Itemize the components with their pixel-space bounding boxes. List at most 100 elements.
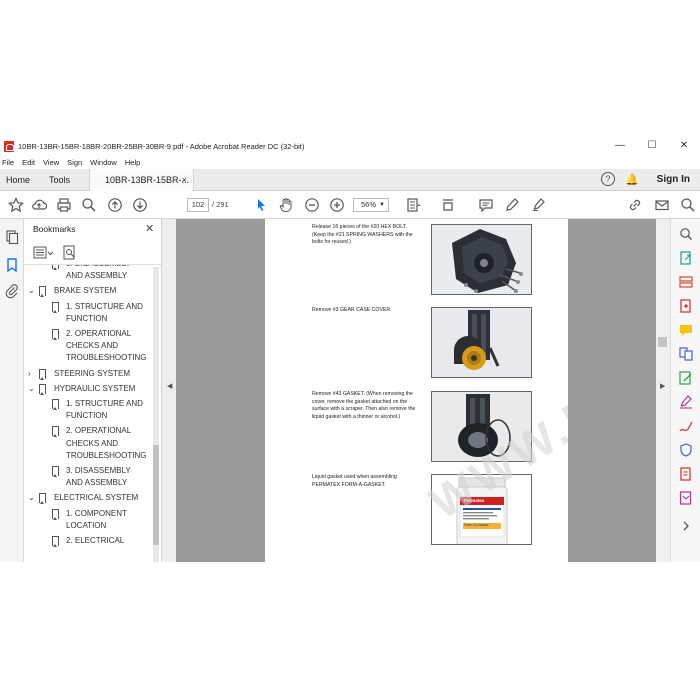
share-link-icon[interactable]	[627, 197, 643, 213]
search-icon[interactable]	[680, 197, 696, 213]
previous-page-icon[interactable]	[107, 197, 123, 213]
acrobat-window: 10BR-13BR-15BR-18BR-20BR-25BR-30BR-9.pdf…	[0, 137, 700, 562]
bookmark-item[interactable]: 1. STRUCTURE AND	[24, 301, 154, 313]
export-pdf-icon[interactable]	[679, 251, 693, 265]
bookmark-label: AND ASSEMBLY	[66, 271, 128, 281]
chevron-down-icon[interactable]: ⌄	[28, 285, 35, 297]
email-icon[interactable]	[654, 197, 670, 213]
bookmarks-scrollbar[interactable]	[153, 267, 159, 562]
zoom-in-icon[interactable]	[329, 197, 345, 213]
bookmark-section[interactable]: ⌄ HYDRAULIC SYSTEM	[24, 383, 154, 395]
bookmark-item[interactable]: 1. COMPONENT	[24, 508, 154, 520]
bookmark-label: ELECTRICAL SYSTEM	[54, 493, 139, 503]
bookmarks-title: Bookmarks	[33, 224, 76, 234]
page-number-input[interactable]: 102	[187, 198, 209, 212]
menu-file[interactable]: File	[2, 158, 14, 167]
menu-window[interactable]: Window	[90, 158, 117, 167]
print-icon[interactable]	[56, 197, 72, 213]
minimize-button[interactable]: —	[604, 137, 636, 155]
comment-icon[interactable]	[478, 197, 494, 213]
collapse-tools-icon[interactable]	[679, 519, 693, 533]
tab-tools[interactable]: Tools	[49, 169, 70, 191]
sign-in-button[interactable]: Sign In	[657, 174, 690, 185]
edit-pdf-icon[interactable]	[679, 371, 693, 385]
tools-rail	[670, 219, 700, 562]
protect-icon[interactable]	[679, 443, 693, 457]
bookmark-flag-icon	[52, 508, 59, 520]
organize-pages-icon[interactable]	[679, 275, 693, 289]
bookmarks-panel-icon[interactable]	[4, 257, 20, 273]
comment-tool-icon[interactable]	[679, 323, 693, 337]
bookmark-section[interactable]: ⌄ BRAKE SYSTEM	[24, 285, 154, 298]
bookmarks-scroll-thumb[interactable]	[153, 445, 159, 545]
navigation-rail	[0, 219, 24, 562]
zoom-level-select[interactable]: 56% ▼	[353, 198, 389, 212]
page-fit-icon[interactable]	[406, 197, 422, 213]
create-pdf-icon[interactable]	[679, 299, 693, 313]
tab-home[interactable]: Home	[6, 169, 30, 191]
next-page-icon[interactable]	[132, 197, 148, 213]
draw-sign-icon[interactable]	[531, 197, 547, 213]
bookmark-item[interactable]: 1. STRUCTURE AND	[24, 398, 154, 410]
zoom-tool-icon[interactable]	[679, 227, 693, 241]
combine-files-icon[interactable]	[679, 347, 693, 361]
bookmark-label: TROUBLESHOOTING	[66, 353, 147, 363]
menu-help[interactable]: Help	[125, 158, 140, 167]
document-viewport[interactable]: Release 16 pieces of the #20 HEX BOLT. (…	[176, 219, 656, 562]
collapse-left-panel[interactable]: ◀	[162, 219, 176, 562]
bookmark-label: CHECKS AND	[66, 438, 119, 448]
chevron-right-icon[interactable]: ›	[28, 368, 31, 380]
bookmarks-header: Bookmarks ✕	[24, 219, 161, 241]
print-production-icon[interactable]	[679, 491, 693, 505]
bookmark-label: 1. STRUCTURE AND	[66, 399, 143, 408]
bookmark-flag-icon	[52, 265, 59, 270]
find-zoom-icon[interactable]	[81, 197, 97, 213]
highlight-pen-icon[interactable]	[504, 197, 520, 213]
bookmark-label: 2. OPERATIONAL	[66, 329, 132, 338]
chevron-down-icon[interactable]: ⌄	[28, 492, 35, 504]
bookmarks-toolbar	[24, 241, 161, 265]
optimize-pdf-icon[interactable]	[679, 467, 693, 481]
menu-bar: File Edit View Sign Window Help	[0, 155, 148, 169]
find-bookmark-icon[interactable]	[63, 245, 77, 261]
bookmark-item[interactable]: 2. OPERATIONAL	[24, 328, 154, 340]
close-window-button[interactable]: ✕	[668, 137, 700, 155]
menu-sign[interactable]: Sign	[67, 158, 82, 167]
page-total: / 291	[212, 200, 229, 209]
page-thumbnails-icon[interactable]	[4, 229, 20, 245]
bookmark-item[interactable]: 2. OPERATIONAL	[24, 425, 154, 438]
bookmark-flag-icon	[39, 493, 46, 505]
maximize-button[interactable]: ☐	[636, 137, 668, 155]
notification-bell-icon[interactable]: 🔔	[625, 173, 639, 186]
bookmark-item[interactable]: 3. DISASSEMBLY	[24, 465, 154, 477]
chevron-down-icon[interactable]: ⌄	[28, 383, 35, 395]
menu-edit[interactable]: Edit	[22, 158, 35, 167]
bookmark-item[interactable]: 2. ELECTRICAL	[24, 535, 154, 547]
caret-right-icon[interactable]: ▶	[660, 382, 665, 390]
document-scrollbar[interactable]: ▶	[656, 219, 670, 562]
bookmark-label: FUNCTION	[66, 411, 108, 421]
send-for-signature-icon[interactable]	[679, 419, 693, 433]
fill-sign-icon[interactable]	[679, 395, 693, 409]
tab-document[interactable]: 10BR-13BR-15BR-... ×	[89, 169, 194, 191]
bookmark-label: CHECKS AND	[66, 341, 119, 351]
select-cursor-icon[interactable]	[253, 197, 269, 213]
bookmark-flag-icon	[39, 368, 46, 380]
menu-view[interactable]: View	[43, 158, 59, 167]
document-scroll-thumb[interactable]	[658, 337, 667, 347]
scrolling-mode-icon[interactable]	[440, 197, 456, 213]
step-text: Liquid gasket used when assembling PERMA…	[312, 474, 397, 488]
attachments-icon[interactable]	[4, 283, 20, 299]
zoom-out-icon[interactable]	[304, 197, 320, 213]
bookmark-star-icon[interactable]	[8, 197, 24, 213]
cloud-upload-icon[interactable]	[31, 197, 48, 213]
bookmark-section[interactable]: › STEERING SYSTEM	[24, 368, 154, 380]
close-panel-icon[interactable]: ✕	[145, 222, 154, 235]
bookmark-section[interactable]: ⌄ ELECTRICAL SYSTEM	[24, 492, 154, 505]
help-icon[interactable]: ?	[600, 172, 615, 186]
hand-tool-icon[interactable]	[278, 197, 294, 213]
bookmark-options-icon[interactable]	[33, 246, 55, 260]
close-tab-icon[interactable]: ×	[182, 169, 187, 191]
bookmark-flag-icon	[52, 399, 59, 410]
product-brand-label: Permatex	[464, 498, 485, 503]
